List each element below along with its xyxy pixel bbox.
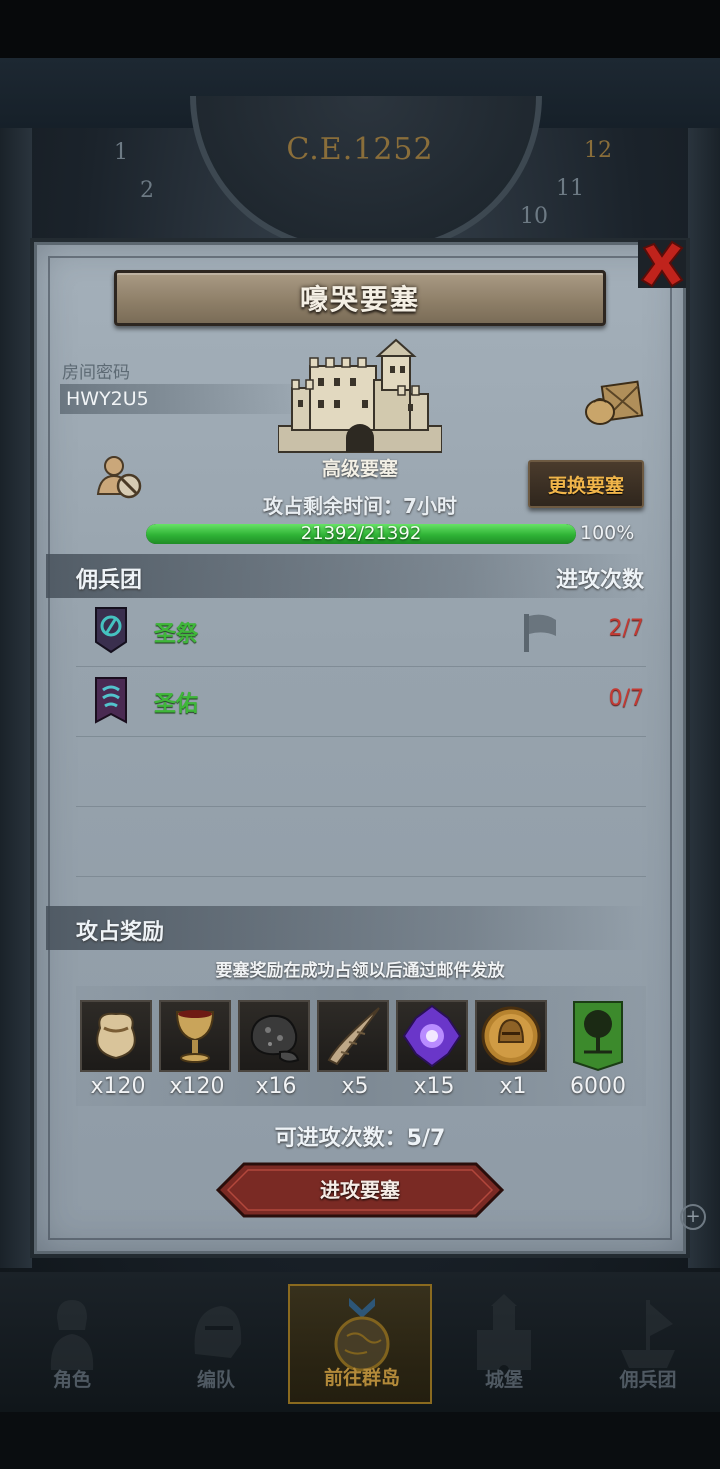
nav-role-label: 角色 [52,1369,91,1391]
nav-castle-label: 城堡 [484,1369,523,1391]
nav-mercenary[interactable]: 佣兵团 [576,1284,720,1404]
left-background-strip [0,128,32,1268]
guild-name[interactable]: 圣佑 [154,686,198,718]
dialog-title: 嚎哭要塞 [299,283,420,316]
reward-item[interactable] [159,1000,231,1072]
reward-item[interactable] [317,1000,389,1072]
attack-fortress-label: 进攻要塞 [320,1178,400,1202]
nav-formation[interactable]: 编队 [144,1284,288,1404]
castle-icon [477,1294,531,1370]
dial-number: 11 [556,176,584,201]
fortress-hp-text: 21392/21392 [300,523,422,544]
nav-castle[interactable]: 城堡 [432,1284,576,1404]
close-icon [638,240,686,288]
fortress-castle-icon [278,338,442,453]
row-divider [76,876,646,877]
reward-item-banner[interactable] [570,1000,626,1072]
room-code-label: 房间密码 [62,363,130,383]
knight-icon [50,1300,94,1370]
right-background-strip [688,128,720,1268]
flag-icon [524,614,556,652]
title-plate: 嚎哭要塞 [114,270,606,326]
nav-archipelago-label: 前往群岛 [323,1367,400,1389]
ore-icon [250,1014,300,1063]
horn-icon [327,1007,380,1066]
remaining-time: 攻占剩余时间：7小时 [263,494,457,518]
reward-item[interactable] [238,1000,310,1072]
reward-quantity: x120 [169,1074,225,1099]
nav-formation-label: 编队 [196,1369,235,1391]
status-bar [0,0,720,58]
reward-quantity: x5 [341,1074,369,1099]
attack-fortress-button[interactable]: 进攻要塞 [216,1162,504,1218]
guild-attack-count: 0/7 [608,686,644,711]
supply-crate-icon[interactable] [584,378,644,426]
mercenary-ship-icon [621,1300,675,1368]
dial-number: 1 [114,140,128,165]
reward-item[interactable] [80,1000,152,1072]
dial-number: 2 [140,178,154,203]
guild-name[interactable]: 圣祭 [154,616,198,648]
bottom-edge [0,1412,720,1469]
row-divider [76,666,646,667]
remaining-attempts: 可进攻次数：5/7 [274,1126,446,1151]
reward-quantity: 6000 [570,1074,626,1099]
mercenary-section-title: 佣兵团 [76,568,143,593]
close-button[interactable] [634,236,690,292]
guild-banner-icon [95,677,127,724]
reward-quantity: x1 [499,1074,527,1099]
reward-note: 要塞奖励在成功占领以后通过邮件发放 [215,961,505,981]
guild-banner-icon [95,607,127,654]
helmet-icon [194,1306,242,1358]
goblet-icon [175,1010,215,1063]
nav-role[interactable]: 角色 [0,1284,144,1404]
dial-number: 10 [520,204,548,229]
reward-quantity: x16 [255,1074,297,1099]
row-divider [76,736,646,737]
reward-item[interactable] [396,1000,468,1072]
reward-quantity: x15 [413,1074,455,1099]
nav-archipelago[interactable]: 前往群岛 [288,1284,432,1404]
helmet-coin-icon [481,1006,541,1066]
reward-quantity: x120 [90,1074,146,1099]
crystal-icon [402,1004,462,1068]
sack-icon [96,1012,136,1060]
reward-section-title: 攻占奖励 [76,920,165,945]
row-divider [76,806,646,807]
attack-count-header: 进攻次数 [555,568,644,593]
dial-number: 12 [584,138,612,163]
nav-mercenary-label: 佣兵团 [619,1369,677,1391]
fortress-hp-percent: 100% [580,522,635,544]
era-label: C.E.1252 [286,132,434,167]
guild-attack-count: 2/7 [608,616,644,641]
zoom-in-icon[interactable]: + [680,1204,706,1230]
reward-item[interactable] [475,1000,547,1072]
